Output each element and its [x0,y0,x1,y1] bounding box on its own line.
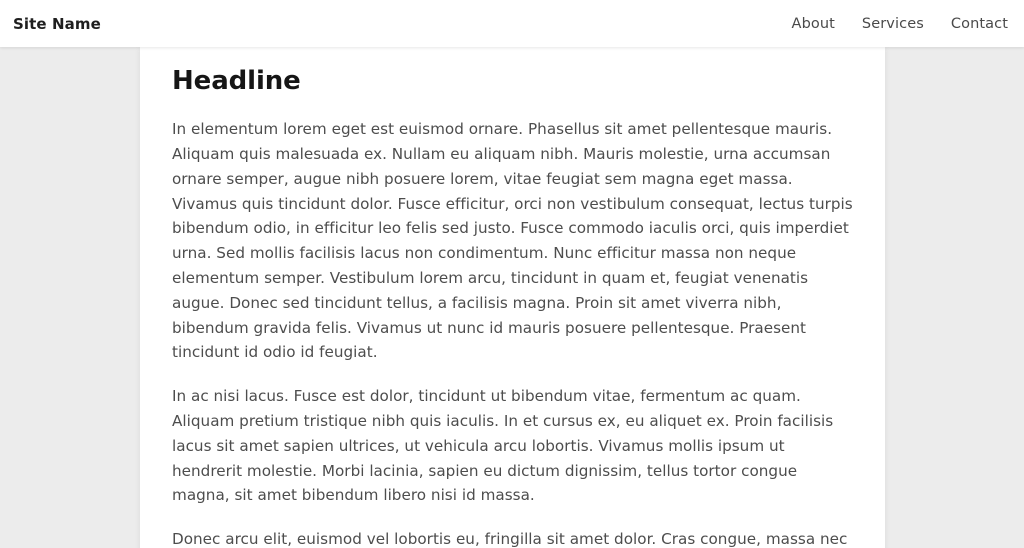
page-canvas: Headline In elementum lorem eget est eui… [0,47,1024,548]
nav-link-contact[interactable]: Contact [951,16,1008,32]
primary-navigation: About Services Contact [792,16,1008,32]
body-paragraph-2: In ac nisi lacus. Fusce est dolor, tinci… [172,387,834,505]
site-header: Site Name About Services Contact [0,0,1024,47]
nav-link-about[interactable]: About [792,16,835,32]
content-card: Headline In elementum lorem eget est eui… [140,47,885,548]
page-title: Headline [172,66,301,96]
site-brand-link[interactable]: Site Name [13,15,101,33]
nav-link-services[interactable]: Services [862,16,924,32]
body-paragraph-1: In elementum lorem eget est euismod orna… [172,120,853,362]
body-paragraph-3: Donec arcu elit, euismod vel lobortis eu… [172,530,848,548]
